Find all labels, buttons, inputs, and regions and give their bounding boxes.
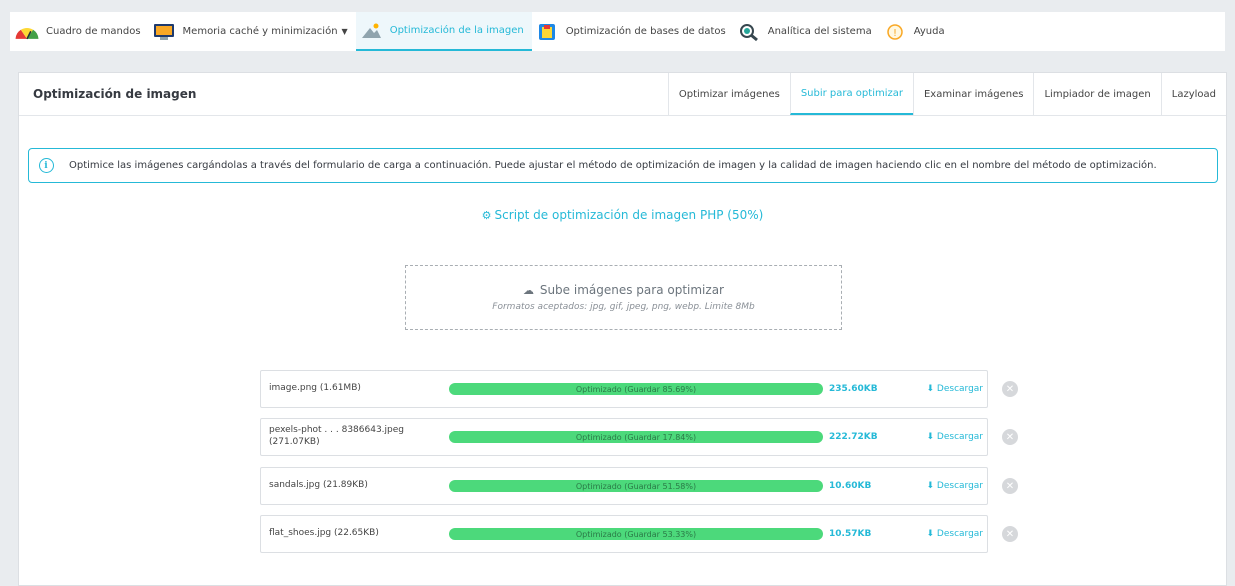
optimized-size: 10.57KB bbox=[829, 529, 872, 539]
remove-file-button[interactable]: ✕ bbox=[1002, 478, 1018, 494]
dropzone-subtitle: Formatos aceptados: jpg, gif, jpeg, png,… bbox=[492, 302, 755, 312]
close-icon: ✕ bbox=[1005, 431, 1015, 443]
dashboard-gauge-icon bbox=[14, 21, 40, 43]
file-name: sandals.jpg (21.89KB) bbox=[269, 480, 368, 491]
nav-item-database[interactable]: Optimización de bases de datos bbox=[532, 12, 734, 51]
tab-upload-to-optimize[interactable]: Subir para optimizar bbox=[789, 73, 913, 115]
progress-status: Optimizado (Guardar 53.33%) bbox=[575, 529, 697, 539]
close-icon: ✕ bbox=[1005, 528, 1015, 540]
optimized-size: 235.60KB bbox=[829, 384, 878, 394]
alert-text: Optimice las imágenes cargándolas a trav… bbox=[69, 160, 1157, 171]
nav-label: Memoria caché y minimización bbox=[182, 26, 338, 37]
nav-label: Optimización de la imagen bbox=[389, 25, 524, 36]
nav-item-cache[interactable]: Memoria caché y minimización ▼ bbox=[149, 12, 356, 51]
progress-bar: Optimizado (Guardar 51.58%) bbox=[449, 480, 823, 492]
tab-image-cleaner[interactable]: Limpiador de imagen bbox=[1033, 73, 1160, 115]
download-link[interactable]: ⬇ Descargar bbox=[913, 384, 987, 394]
progress-bar: Optimizado (Guardar 53.33%) bbox=[449, 528, 823, 540]
image-optimization-panel: Optimización de imagen Optimizar imágene… bbox=[18, 72, 1227, 586]
svg-text:!: ! bbox=[893, 28, 897, 39]
progress-status: Optimizado (Guardar 51.58%) bbox=[575, 481, 697, 491]
download-icon: ⬇ bbox=[926, 481, 935, 491]
progress-status: Optimizado (Guardar 85.69%) bbox=[575, 384, 697, 394]
top-navigation: Cuadro de mandos Memoria caché y minimiz… bbox=[10, 12, 1225, 51]
panel-title: Optimización de imagen bbox=[33, 87, 197, 101]
info-icon: i bbox=[38, 158, 54, 173]
cache-monitor-icon bbox=[151, 21, 177, 43]
optimization-method-link[interactable]: ⚙ Script de optimización de imagen PHP (5… bbox=[19, 208, 1226, 222]
download-link[interactable]: ⬇ Descargar bbox=[913, 529, 987, 539]
nav-label: Cuadro de mandos bbox=[46, 26, 141, 37]
optimized-size: 222.72KB bbox=[829, 432, 878, 442]
gears-icon: ⚙ bbox=[481, 209, 492, 222]
panel-header: Optimización de imagen Optimizar imágene… bbox=[19, 73, 1226, 116]
nav-item-help[interactable]: ! Ayuda bbox=[880, 12, 953, 51]
nav-item-dashboard[interactable]: Cuadro de mandos bbox=[12, 12, 149, 51]
image-optimization-icon bbox=[358, 20, 384, 42]
progress-status: Optimizado (Guardar 17.84%) bbox=[575, 432, 697, 442]
nav-label: Ayuda bbox=[913, 26, 945, 37]
file-name: flat_shoes.jpg (22.65KB) bbox=[269, 528, 379, 539]
file-name: image.png (1.61MB) bbox=[269, 383, 361, 394]
progress-bar: Optimizado (Guardar 17.84%) bbox=[449, 431, 823, 443]
optimized-size: 10.60KB bbox=[829, 481, 872, 491]
tab-lazyload[interactable]: Lazyload bbox=[1160, 73, 1226, 115]
help-icon: ! bbox=[882, 21, 908, 43]
file-row: flat_shoes.jpg (22.65KB) Optimizado (Gua… bbox=[260, 515, 988, 553]
download-icon: ⬇ bbox=[926, 384, 935, 394]
file-row: pexels-phot . . . 8386643.jpeg (271.07KB… bbox=[260, 418, 988, 456]
close-icon: ✕ bbox=[1005, 383, 1015, 395]
remove-file-button[interactable]: ✕ bbox=[1002, 381, 1018, 397]
upload-dropzone[interactable]: ☁ Sube imágenes para optimizar Formatos … bbox=[405, 265, 842, 330]
file-row: sandals.jpg (21.89KB) Optimizado (Guarda… bbox=[260, 467, 988, 505]
close-icon: ✕ bbox=[1005, 480, 1015, 492]
method-label: Script de optimización de imagen PHP (50… bbox=[494, 208, 764, 222]
tab-browse-images[interactable]: Examinar imágenes bbox=[912, 73, 1034, 115]
download-link[interactable]: ⬇ Descargar bbox=[913, 481, 987, 491]
download-link[interactable]: ⬇ Descargar bbox=[913, 432, 987, 442]
analytics-icon bbox=[736, 21, 762, 43]
chevron-down-icon: ▼ bbox=[341, 27, 348, 36]
cloud-upload-icon: ☁ bbox=[523, 284, 534, 297]
nav-item-analytics[interactable]: Analítica del sistema bbox=[734, 12, 880, 51]
nav-item-image-optimization[interactable]: Optimización de la imagen bbox=[355, 12, 532, 51]
database-icon bbox=[534, 21, 560, 43]
progress-bar: Optimizado (Guardar 85.69%) bbox=[449, 383, 823, 395]
file-name: pexels-phot . . . 8386643.jpeg (271.07KB… bbox=[269, 425, 404, 447]
dropzone-title: Sube imágenes para optimizar bbox=[539, 283, 724, 297]
info-alert: i Optimice las imágenes cargándolas a tr… bbox=[28, 148, 1218, 183]
nav-label: Optimización de bases de datos bbox=[565, 26, 726, 37]
tab-optimize-images[interactable]: Optimizar imágenes bbox=[667, 73, 790, 115]
remove-file-button[interactable]: ✕ bbox=[1002, 429, 1018, 445]
download-icon: ⬇ bbox=[926, 432, 935, 442]
download-icon: ⬇ bbox=[926, 529, 935, 539]
nav-label: Analítica del sistema bbox=[767, 26, 872, 37]
remove-file-button[interactable]: ✕ bbox=[1002, 526, 1018, 542]
file-row: image.png (1.61MB) Optimizado (Guardar 8… bbox=[260, 370, 988, 408]
